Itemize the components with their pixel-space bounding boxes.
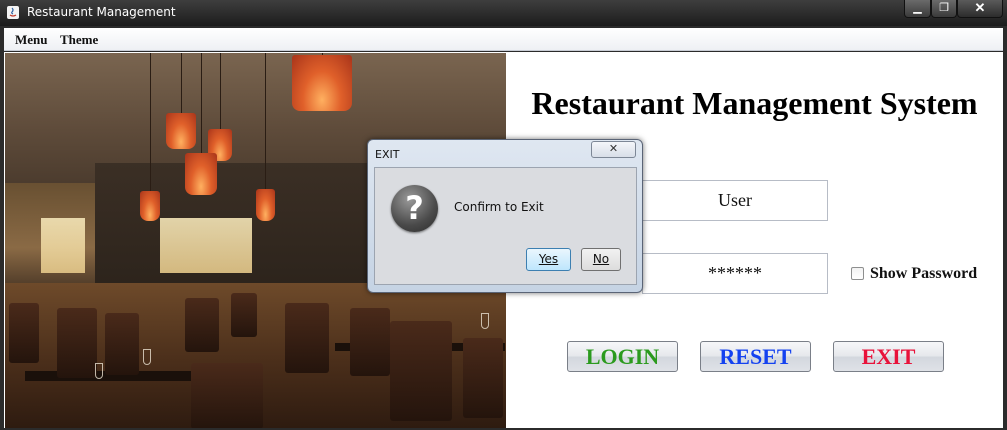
lamp-cord <box>150 53 151 191</box>
pendant-lamp <box>292 55 352 111</box>
menu-item-theme[interactable]: Theme <box>60 32 98 48</box>
question-icon: ? <box>391 185 438 232</box>
chair <box>463 338 503 418</box>
maximize-icon: ❐ <box>939 2 949 14</box>
lamp-cord <box>181 53 182 113</box>
lamp-cord <box>220 53 221 129</box>
photo-window-left <box>41 218 85 273</box>
pendant-lamp <box>166 113 196 149</box>
menubar: Menu Theme <box>4 28 1003 51</box>
password-field[interactable]: ****** <box>642 253 828 294</box>
chair <box>9 303 39 363</box>
chair <box>57 308 97 378</box>
username-field[interactable]: User <box>642 180 828 221</box>
minimize-button[interactable]: ▁ <box>904 0 931 18</box>
window-titlebar[interactable]: Restaurant Management ▁ ❐ ✕ <box>0 0 1007 26</box>
chair <box>231 293 257 337</box>
dialog-title: EXIT <box>375 148 400 161</box>
lamp-cord <box>265 53 266 189</box>
wine-glass <box>95 363 103 379</box>
dialog-body: ? Confirm to Exit Yes No <box>374 167 637 285</box>
page-title: Restaurant Management System <box>531 85 978 121</box>
pendant-lamp <box>256 189 275 221</box>
wine-glass <box>143 349 151 365</box>
close-icon: ✕ <box>974 0 986 15</box>
reset-button[interactable]: RESET <box>700 341 811 372</box>
window-title: Restaurant Management <box>27 5 176 19</box>
minimize-icon: ▁ <box>913 2 922 14</box>
chair <box>185 298 219 352</box>
window-close-button[interactable]: ✕ <box>957 0 1003 18</box>
menu-item-menu[interactable]: Menu <box>15 32 48 48</box>
show-password-checkbox[interactable] <box>851 267 864 280</box>
lamp-cord <box>201 53 202 153</box>
exit-button[interactable]: EXIT <box>833 341 944 372</box>
login-button[interactable]: LOGIN <box>567 341 678 372</box>
pendant-lamp <box>140 191 160 221</box>
chair <box>191 363 263 428</box>
chair <box>350 308 390 376</box>
chair <box>390 321 452 421</box>
dialog-close-button[interactable]: ✕ <box>591 141 636 158</box>
pendant-lamp <box>185 153 217 195</box>
java-app-icon <box>7 6 19 19</box>
chair <box>105 313 139 375</box>
yes-button[interactable]: Yes <box>526 248 571 271</box>
close-icon: ✕ <box>608 143 619 155</box>
photo-window-center <box>160 218 252 273</box>
show-password-label: Show Password <box>870 265 978 282</box>
dialog-message: Confirm to Exit <box>454 200 544 214</box>
exit-dialog: EXIT ✕ ? Confirm to Exit Yes No <box>367 139 643 293</box>
wine-glass <box>481 313 489 329</box>
no-button[interactable]: No <box>581 248 621 271</box>
maximize-button[interactable]: ❐ <box>931 0 957 18</box>
chair <box>285 303 329 373</box>
